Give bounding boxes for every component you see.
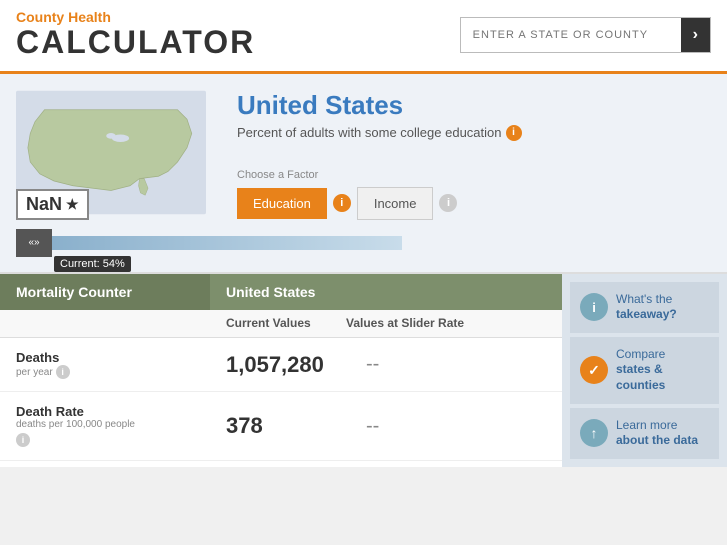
nan-badge: NaN ★: [16, 189, 89, 220]
slider-track[interactable]: Current: 54%: [52, 236, 402, 250]
row1-info-icon[interactable]: i: [56, 365, 70, 379]
compare-text: Compare states & counties: [616, 347, 709, 394]
row2-right: 378 --: [210, 413, 562, 439]
current-value-label: Current: 54%: [54, 256, 131, 272]
bottom-section: Mortality Counter United States Current …: [0, 274, 727, 467]
top-section: NaN ★ «» Current: 54% United States Perc…: [0, 74, 727, 274]
table-row: Deaths per year i 1,057,280 --: [0, 338, 562, 392]
row2-label: Death Rate: [16, 404, 194, 419]
mortality-table: Mortality Counter United States Current …: [0, 274, 562, 467]
takeaway-text: What's the takeaway?: [616, 292, 677, 323]
table-subheader: Current Values Values at Slider Rate: [0, 310, 562, 339]
map-container: NaN ★ «» Current: 54%: [16, 90, 211, 215]
learn-text: Learn more about the data: [616, 418, 698, 449]
income-info-icon[interactable]: i: [439, 194, 457, 212]
search-button[interactable]: ›: [681, 18, 710, 52]
col1-header: Current Values: [226, 316, 346, 332]
info-icon: i: [580, 293, 608, 321]
search-bar: ›: [460, 17, 711, 53]
logo-top: County Health: [16, 10, 255, 25]
location-subtitle: Percent of adults with some college educ…: [237, 125, 711, 141]
subtitle-info-icon[interactable]: i: [506, 125, 522, 141]
slider-area: «» Current: 54%: [16, 229, 456, 257]
subtitle-text: Percent of adults with some college educ…: [237, 125, 502, 140]
info-section: United States Percent of adults with som…: [227, 90, 711, 220]
logo: County Health CALCULATOR: [16, 10, 255, 61]
row1-value: 1,057,280: [226, 352, 366, 378]
chart-icon: ↑: [580, 419, 608, 447]
sidebar-card-takeaway[interactable]: i What's the takeaway?: [570, 282, 719, 333]
row2-sublabel: deaths per 100,000 people: [16, 419, 194, 430]
row2-left: Death Rate deaths per 100,000 people i: [0, 404, 210, 448]
table-header-left: Mortality Counter: [0, 274, 210, 310]
table-row: Death Rate deaths per 100,000 people i 3…: [0, 392, 562, 461]
factor-label: Choose a Factor: [237, 169, 711, 181]
row1-label: Deaths: [16, 350, 194, 365]
subheader-spacer: [0, 310, 210, 338]
row2-value: 378: [226, 413, 366, 439]
logo-bottom: CALCULATOR: [16, 25, 255, 60]
slider-toggle-button[interactable]: «»: [16, 229, 52, 257]
row2-slider-value: --: [366, 415, 379, 438]
location-title: United States: [237, 90, 711, 121]
factor-section: Choose a Factor Education i Income i: [237, 169, 711, 220]
row2-info-icon[interactable]: i: [16, 433, 30, 447]
pin-icon: ★: [66, 196, 79, 213]
sidebar-card-compare[interactable]: ✓ Compare states & counties: [570, 337, 719, 404]
factor-btn-income[interactable]: Income: [357, 187, 434, 220]
education-info-icon[interactable]: i: [333, 194, 351, 212]
factor-buttons: Education i Income i: [237, 187, 711, 220]
table-header-right: United States: [210, 274, 562, 310]
row1-sublabel: per year i: [16, 365, 194, 379]
row1-right: 1,057,280 --: [210, 352, 562, 378]
col2-header: Values at Slider Rate: [346, 316, 466, 332]
check-icon: ✓: [580, 356, 608, 384]
right-sidebar: i What's the takeaway? ✓ Compare states …: [562, 274, 727, 467]
table-header: Mortality Counter United States: [0, 274, 562, 310]
search-input[interactable]: [461, 21, 681, 49]
row1-left: Deaths per year i: [0, 350, 210, 379]
nan-value: NaN: [26, 194, 62, 215]
sidebar-card-learn[interactable]: ↑ Learn more about the data: [570, 408, 719, 459]
factor-btn-education[interactable]: Education: [237, 188, 327, 219]
header: County Health CALCULATOR ›: [0, 0, 727, 74]
subheader-cols: Current Values Values at Slider Rate: [210, 310, 562, 338]
row1-slider-value: --: [366, 353, 379, 376]
